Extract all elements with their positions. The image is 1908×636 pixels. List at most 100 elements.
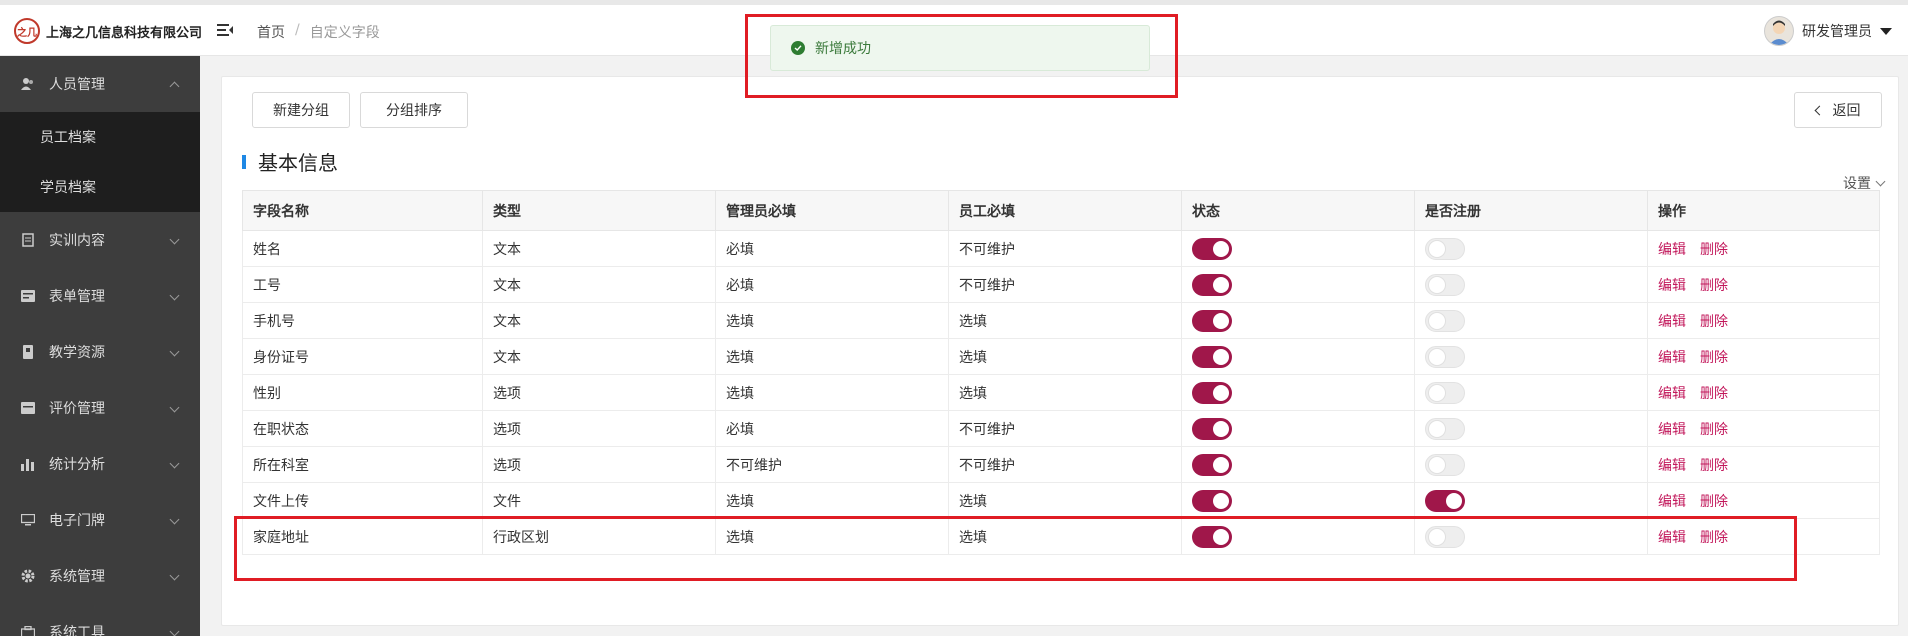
register-toggle[interactable]	[1425, 237, 1465, 260]
sidebar-item-resources[interactable]: 教学资源	[0, 324, 200, 380]
cell-actions: 编辑 删除	[1647, 302, 1880, 339]
cell-actions: 编辑 删除	[1647, 374, 1880, 411]
toggle-knob	[1429, 312, 1445, 329]
submenu: 员工档案 学员档案	[0, 112, 200, 212]
chevron-down-icon	[169, 458, 180, 469]
edit-link[interactable]: 编辑	[1658, 278, 1686, 294]
status-toggle-cell	[1181, 446, 1415, 483]
edit-link[interactable]: 编辑	[1658, 422, 1686, 438]
col-header-type: 类型	[482, 190, 716, 231]
sidebar-item-label: 系统管理	[49, 569, 105, 585]
register-toggle-cell	[1414, 230, 1648, 267]
sidebar-item-training[interactable]: 实训内容	[0, 212, 200, 268]
status-toggle[interactable]	[1192, 309, 1232, 332]
cell-actions: 编辑 删除	[1647, 338, 1880, 375]
cell-type: 选项	[482, 374, 716, 411]
toggle-knob	[1213, 456, 1229, 473]
edit-link[interactable]: 编辑	[1658, 494, 1686, 510]
delete-link[interactable]: 删除	[1700, 422, 1728, 438]
status-toggle[interactable]	[1192, 381, 1232, 404]
edit-link[interactable]: 编辑	[1658, 386, 1686, 402]
chart-icon	[20, 456, 36, 472]
new-group-button[interactable]: 新建分组	[252, 92, 350, 128]
delete-link[interactable]: 删除	[1700, 278, 1728, 294]
register-toggle[interactable]	[1425, 345, 1465, 368]
cell-actions: 编辑 删除	[1647, 446, 1880, 483]
sidebar-item-system[interactable]: 系统管理	[0, 548, 200, 604]
table-row: 身份证号 文本 选填 选填 编辑 删除	[242, 338, 1880, 375]
chevron-down-icon	[169, 570, 180, 581]
toggle-knob	[1213, 276, 1229, 293]
delete-link[interactable]: 删除	[1700, 494, 1728, 510]
fields-table: 字段名称 类型 管理员必填 员工必填 状态 是否注册 操作 姓名 文本 必填 不可维护…	[242, 190, 1880, 555]
sidebar-item-people[interactable]: 人员管理	[0, 56, 200, 112]
status-toggle[interactable]	[1192, 345, 1232, 368]
delete-link[interactable]: 删除	[1700, 386, 1728, 402]
book-icon	[20, 344, 36, 360]
status-toggle[interactable]	[1192, 417, 1232, 440]
register-toggle[interactable]	[1425, 489, 1465, 512]
sidebar-item-label: 评价管理	[49, 401, 105, 417]
delete-link[interactable]: 删除	[1700, 350, 1728, 366]
edit-link[interactable]: 编辑	[1658, 314, 1686, 330]
back-button[interactable]: 返回	[1794, 92, 1882, 128]
tool-icon	[20, 624, 36, 636]
col-header-status: 状态	[1181, 190, 1415, 231]
user-name: 研发管理员	[1802, 24, 1872, 40]
status-toggle[interactable]	[1192, 489, 1232, 512]
chevron-left-icon	[1814, 105, 1824, 115]
register-toggle-cell	[1414, 410, 1648, 447]
user-menu[interactable]: 研发管理员	[1764, 16, 1892, 46]
cell-type: 文本	[482, 302, 716, 339]
sidebar-item-evaluation[interactable]: 评价管理	[0, 380, 200, 436]
status-toggle[interactable]	[1192, 237, 1232, 260]
menu-toggle-icon[interactable]	[216, 21, 234, 39]
table-row: 手机号 文本 选填 选填 编辑 删除	[242, 302, 1880, 339]
cell-admin-required: 必填	[715, 230, 949, 267]
register-toggle-cell	[1414, 338, 1648, 375]
group-sort-button[interactable]: 分组排序	[360, 92, 468, 128]
delete-link[interactable]: 删除	[1700, 242, 1728, 258]
register-toggle[interactable]	[1425, 309, 1465, 332]
cell-staff-required: 选填	[948, 302, 1182, 339]
register-toggle[interactable]	[1425, 453, 1465, 476]
cell-type: 文本	[482, 338, 716, 375]
sidebar-subitem-students[interactable]: 学员档案	[0, 162, 200, 212]
sidebar-item-forms[interactable]: 表单管理	[0, 268, 200, 324]
status-toggle-cell	[1181, 302, 1415, 339]
cell-admin-required: 选填	[715, 338, 949, 375]
cell-admin-required: 选填	[715, 302, 949, 339]
register-toggle-cell	[1414, 302, 1648, 339]
edit-link[interactable]: 编辑	[1658, 458, 1686, 474]
status-toggle[interactable]	[1192, 453, 1232, 476]
sidebar-item-label: 教学资源	[49, 345, 105, 361]
cell-admin-required: 选填	[715, 374, 949, 411]
chevron-down-icon	[1875, 176, 1886, 186]
register-toggle[interactable]	[1425, 381, 1465, 404]
monitor-icon	[20, 512, 36, 528]
section-title: 基本信息	[242, 147, 338, 176]
sidebar-item-tools[interactable]: 系统工具	[0, 604, 200, 636]
delete-link[interactable]: 删除	[1700, 314, 1728, 330]
sidebar-item-label: 表单管理	[49, 289, 105, 305]
sidebar-item-label: 人员管理	[49, 77, 105, 93]
cell-admin-required: 不可维护	[715, 446, 949, 483]
register-toggle[interactable]	[1425, 273, 1465, 296]
logo-icon: 之几	[14, 18, 40, 44]
status-toggle-cell	[1181, 230, 1415, 267]
cell-actions: 编辑 删除	[1647, 410, 1880, 447]
sidebar-item-statistics[interactable]: 统计分析	[0, 436, 200, 492]
caret-down-icon	[1880, 27, 1892, 35]
toggle-knob	[1213, 384, 1229, 401]
logo[interactable]: 之几 上海之几信息科技有限公司	[14, 18, 202, 44]
register-toggle[interactable]	[1425, 417, 1465, 440]
delete-link[interactable]: 删除	[1700, 458, 1728, 474]
breadcrumb-home[interactable]: 首页	[257, 22, 285, 42]
sidebar-item-label: 统计分析	[49, 457, 105, 473]
sidebar-item-doorplate[interactable]: 电子门牌	[0, 492, 200, 548]
edit-link[interactable]: 编辑	[1658, 242, 1686, 258]
edit-link[interactable]: 编辑	[1658, 350, 1686, 366]
status-toggle[interactable]	[1192, 273, 1232, 296]
cell-field-name: 性别	[242, 374, 483, 411]
sidebar-subitem-staff[interactable]: 员工档案	[0, 112, 200, 162]
